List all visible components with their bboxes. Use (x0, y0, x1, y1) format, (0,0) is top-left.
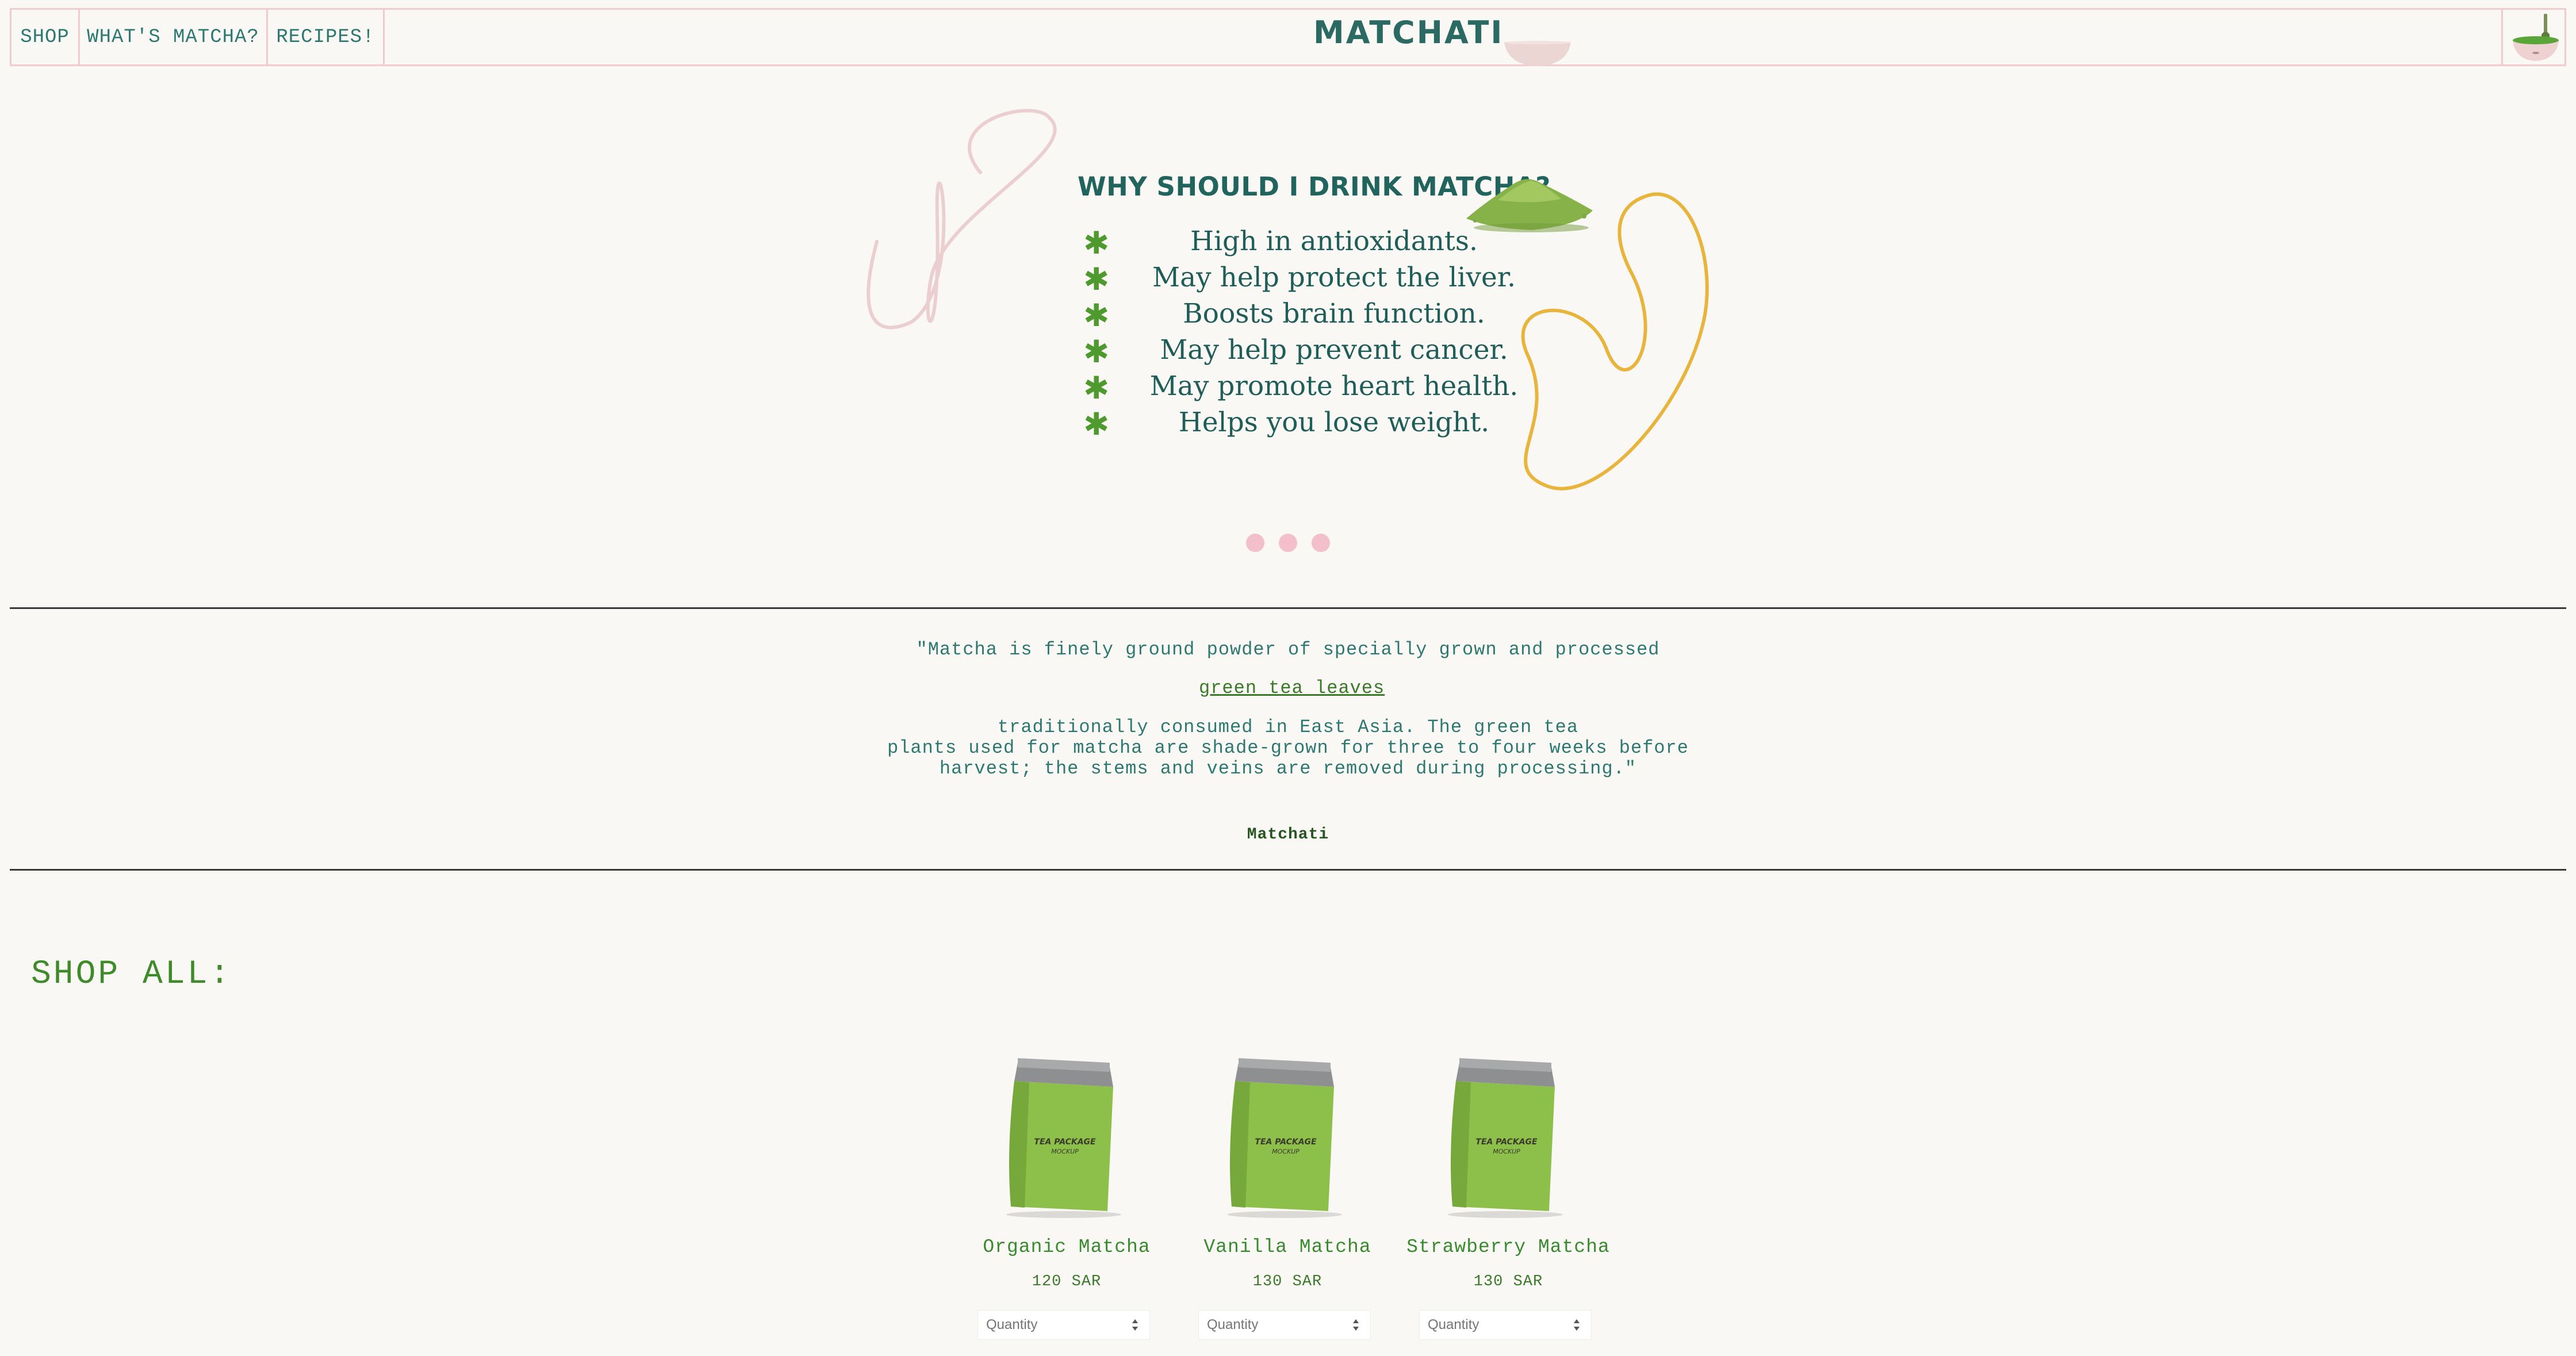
product-name[interactable]: Organic Matcha (949, 1236, 1184, 1258)
quote-author: Matchati (1247, 826, 1329, 844)
top-nav: SHOP WHAT'S MATCHA? RECIPES! MATCHATI (10, 8, 2566, 66)
divider (10, 869, 2566, 871)
tin-label-line: MOCKUP (1493, 1148, 1520, 1155)
divider (10, 607, 2566, 609)
tea-tin-image: TEA PACKAGE MOCKUP (1006, 1058, 1121, 1218)
up-down-stepper-icon[interactable] (1572, 1317, 1581, 1333)
product-price: 130 SAR (1473, 1273, 1543, 1290)
logo-bowl-icon (1504, 41, 1571, 66)
nav-whats-matcha[interactable]: WHAT'S MATCHA? (78, 8, 268, 66)
asterisk-icon: ✱ (1083, 261, 1110, 297)
logo-text: MATCHATI (1313, 14, 1504, 51)
benefit-text: May help protect the liver. (1152, 262, 1516, 293)
quote-line: harvest; the stems and veins are removed… (939, 758, 1637, 779)
tin-label-line: TEA PACKAGE (1475, 1137, 1538, 1147)
product-card[interactable]: TEA PACKAGE MOCKUP Organic Matcha 120 SA… (972, 1035, 1162, 1346)
quote-line: plants used for matcha are shade-grown f… (887, 737, 1689, 759)
matcha-bowl-whisk-icon (2512, 13, 2559, 61)
carousel-dot[interactable] (1246, 534, 1264, 552)
tea-tin-image: TEA PACKAGE MOCKUP (1227, 1058, 1342, 1218)
tin-label-line: MOCKUP (1051, 1148, 1079, 1155)
quantity-input[interactable] (1419, 1310, 1592, 1340)
pink-squiggle-decoration (867, 109, 1057, 330)
up-down-stepper-icon[interactable] (1130, 1317, 1140, 1333)
brand-logo[interactable]: MATCHATI (1313, 14, 1589, 66)
product-name[interactable]: Strawberry Matcha (1390, 1236, 1626, 1258)
asterisk-icon: ✱ (1083, 406, 1110, 442)
product-name[interactable]: Vanilla Matcha (1170, 1236, 1405, 1258)
quantity-input[interactable] (977, 1310, 1150, 1340)
carousel-dot[interactable] (1312, 534, 1330, 552)
product-price: 120 SAR (1032, 1273, 1102, 1290)
asterisk-icon: ✱ (1083, 225, 1110, 261)
matcha-powder-pile (1466, 179, 1593, 232)
asterisk-icon: ✱ (1083, 297, 1110, 334)
product-card[interactable]: TEA PACKAGE MOCKUP Vanilla Matcha 130 SA… (1193, 1035, 1382, 1346)
shop-all-heading: SHOP ALL: (31, 956, 232, 993)
green-tea-leaves-link[interactable]: green tea leaves (1199, 677, 1385, 699)
benefit-text: May help prevent cancer. (1160, 334, 1508, 366)
up-down-stepper-icon[interactable] (1351, 1317, 1360, 1333)
tin-label-line: TEA PACKAGE (1034, 1137, 1096, 1147)
tea-tin-image: TEA PACKAGE MOCKUP (1448, 1058, 1563, 1218)
asterisk-icon: ✱ (1083, 370, 1110, 406)
tin-label-line: MOCKUP (1272, 1148, 1300, 1155)
quote-line: "Matcha is finely ground powder of speci… (916, 639, 1660, 660)
quantity-input[interactable] (1198, 1310, 1371, 1340)
benefit-text: Boosts brain function. (1183, 298, 1485, 330)
tin-label-line: TEA PACKAGE (1255, 1137, 1317, 1147)
nav-recipes[interactable]: RECIPES! (266, 8, 385, 66)
quote-line: traditionally consumed in East Asia. The… (997, 717, 1579, 738)
benefit-text: High in antioxidants. (1190, 225, 1478, 257)
benefit-text: May promote heart health. (1149, 370, 1519, 402)
asterisk-icon: ✱ (1083, 334, 1110, 370)
carousel-dot[interactable] (1279, 534, 1297, 552)
nav-shop[interactable]: SHOP (10, 8, 80, 66)
product-price: 130 SAR (1252, 1273, 1322, 1290)
benefit-text: Helps you lose weight. (1178, 407, 1490, 438)
product-card[interactable]: TEA PACKAGE MOCKUP Strawberry Matcha 130… (1406, 1035, 1609, 1346)
cart-button[interactable] (2501, 8, 2568, 66)
